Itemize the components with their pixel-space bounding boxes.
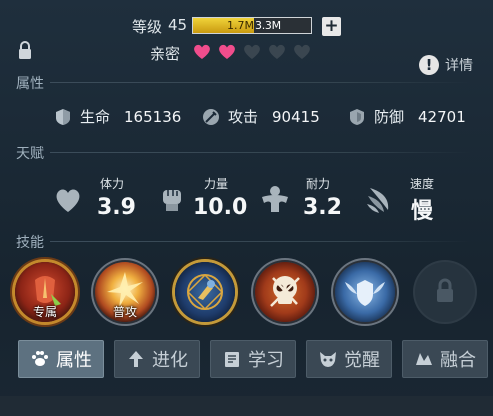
skill-normal-attack[interactable]: 普攻 xyxy=(95,262,155,322)
tab-label: 进化 xyxy=(152,350,188,371)
stat-label: 防御 xyxy=(374,108,405,126)
talent-value: 3.2 xyxy=(303,195,342,220)
stat-value: 90415 xyxy=(272,107,320,126)
skill-locked[interactable] xyxy=(415,262,475,322)
fusion-icon xyxy=(416,353,432,365)
heart-filled-icon xyxy=(194,44,210,59)
skull-skill-icon xyxy=(270,276,300,307)
armor-icon xyxy=(350,108,364,125)
heart-icon xyxy=(56,189,80,212)
exp-bar: 1.7M 3.3M xyxy=(192,17,312,34)
bottom-tabs: 属性 进化 学习 觉醒 融合 xyxy=(18,340,488,378)
fist-icon xyxy=(163,190,181,211)
section-title-skills: 技能 xyxy=(16,235,44,251)
divider xyxy=(50,241,471,242)
stat-label: 生命 xyxy=(80,108,111,126)
add-exp-button[interactable]: + xyxy=(322,17,341,36)
hero-panel: 等级 45 1.7M 3.3M + 亲密 ! 详情 属性 生命 165136 攻… xyxy=(0,0,493,416)
level-label: 等级 xyxy=(132,18,163,36)
stat-defense: 防御 42701 xyxy=(348,106,466,127)
talent-value: 慢 xyxy=(411,199,434,224)
bottom-strip xyxy=(0,396,493,416)
sword-icon xyxy=(203,108,219,125)
heart-empty-icon xyxy=(269,44,285,59)
tab-fusion[interactable]: 融合 xyxy=(402,340,488,378)
skill-tag: 专属 xyxy=(32,305,57,319)
paw-icon xyxy=(32,351,48,366)
heart-filled-icon xyxy=(219,44,235,59)
exp-current: 1.7M xyxy=(227,19,254,32)
talent-label: 耐力 xyxy=(306,177,331,191)
section-title-talent: 天赋 xyxy=(16,146,44,162)
stat-label: 攻击 xyxy=(228,108,259,126)
lock-icon[interactable] xyxy=(16,40,34,60)
detail-button[interactable]: ! 详情 xyxy=(419,55,473,75)
tab-attributes[interactable]: 属性 xyxy=(18,340,104,378)
beast-icon xyxy=(320,352,336,367)
skill-exclusive[interactable]: 专属 xyxy=(15,262,75,322)
skill-skull[interactable] xyxy=(255,262,315,322)
wing-icon xyxy=(367,188,389,213)
muscle-icon xyxy=(262,186,288,212)
tab-evolve[interactable]: 进化 xyxy=(114,340,200,378)
divider xyxy=(50,82,471,83)
intimacy-label: 亲密 xyxy=(150,45,181,63)
talent-label: 速度 xyxy=(410,177,435,191)
stat-value: 42701 xyxy=(418,107,466,126)
heart-empty-icon xyxy=(294,44,310,59)
exp-max: 3.3M xyxy=(255,19,281,32)
heart-empty-icon xyxy=(244,44,260,59)
tab-awaken[interactable]: 觉醒 xyxy=(306,340,392,378)
intimacy-hearts xyxy=(192,42,312,62)
magic-circle-skill-icon xyxy=(186,273,224,311)
level-value: 45 xyxy=(168,16,188,34)
stat-value: 165136 xyxy=(124,107,182,126)
talent-value: 3.9 xyxy=(97,195,136,220)
detail-label: 详情 xyxy=(445,58,473,74)
locked-skill-icon xyxy=(437,278,453,302)
stat-hp: 生命 165136 xyxy=(54,106,181,127)
talent-label: 体力 xyxy=(100,177,125,191)
talent-label: 力量 xyxy=(204,177,229,191)
winged-shield-skill-icon xyxy=(345,280,385,306)
talent-value: 10.0 xyxy=(193,195,248,220)
skill-tag: 普攻 xyxy=(112,305,137,319)
arrow-up-icon xyxy=(129,351,143,367)
shield-hp-icon xyxy=(56,108,70,125)
info-icon: ! xyxy=(419,55,439,75)
skill-winged-shield[interactable] xyxy=(335,262,395,322)
tab-label: 属性 xyxy=(56,350,92,371)
stat-attack: 攻击 90415 xyxy=(202,106,320,127)
tab-learn[interactable]: 学习 xyxy=(210,340,296,378)
skill-magic-circle[interactable] xyxy=(175,262,235,322)
section-title-attributes: 属性 xyxy=(16,76,44,92)
divider xyxy=(50,152,471,153)
book-icon xyxy=(225,352,239,367)
stat-row: 生命 165136 攻击 90415 防御 42701 xyxy=(0,106,493,130)
tab-label: 融合 xyxy=(440,350,476,371)
tab-label: 学习 xyxy=(248,350,284,371)
tab-label: 觉醒 xyxy=(344,350,380,371)
